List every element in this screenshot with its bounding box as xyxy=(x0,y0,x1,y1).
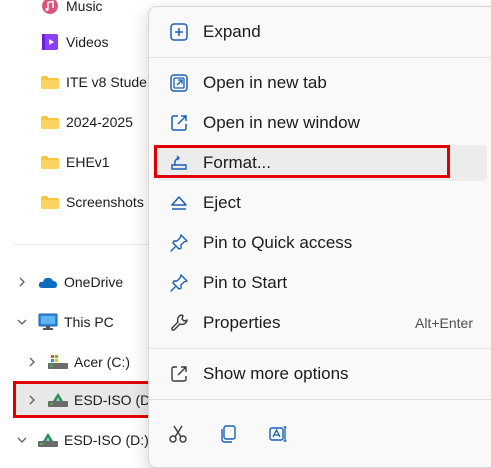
usb-drive-icon xyxy=(38,431,58,449)
chevron-right-icon[interactable] xyxy=(24,357,40,367)
menu-item-label: Show more options xyxy=(203,364,349,383)
usb-drive-icon xyxy=(48,391,68,409)
nav-item-label: Music xyxy=(66,0,103,14)
menu-item-label: Eject xyxy=(203,193,241,212)
nav-item-onedrive[interactable]: OneDrive xyxy=(14,266,123,298)
menu-item-eject[interactable]: Eject xyxy=(157,185,487,221)
nav-item-ehev1-folder[interactable]: EHEv1 xyxy=(40,146,110,178)
nav-item-videos[interactable]: Videos xyxy=(40,26,109,58)
keyboard-shortcut: Alt+Enter xyxy=(415,315,473,331)
show-more-options-icon xyxy=(159,364,199,384)
open-in-new-window-icon xyxy=(159,113,199,133)
nav-item-2024-folder[interactable]: 2024-2025 xyxy=(40,106,133,138)
nav-item-ite-folder[interactable]: ITE v8 Stude xyxy=(40,66,147,98)
expand-icon xyxy=(159,22,199,42)
chevron-right-icon[interactable] xyxy=(24,395,40,405)
nav-item-esd-iso-drive[interactable]: ESD-ISO (D:) xyxy=(14,424,149,456)
menu-item-label: Open in new tab xyxy=(203,73,327,92)
system-drive-icon xyxy=(48,353,68,371)
chevron-down-icon[interactable] xyxy=(14,317,30,327)
nav-item-esd-iso-drive-selected[interactable]: ESD-ISO (D xyxy=(24,384,150,416)
format-highlight-box xyxy=(154,145,450,178)
nav-item-label: ESD-ISO (D xyxy=(74,392,151,408)
menu-item-label: Expand xyxy=(203,22,261,41)
menu-item-pin-quick-access[interactable]: Pin to Quick access xyxy=(157,225,487,261)
open-in-new-tab-icon xyxy=(159,73,199,93)
nav-item-this-pc[interactable]: This PC xyxy=(14,306,114,338)
chevron-down-icon[interactable] xyxy=(14,435,30,445)
music-icon xyxy=(40,0,60,15)
nav-item-label: This PC xyxy=(64,314,114,330)
menu-item-pin-start[interactable]: Pin to Start xyxy=(157,265,487,301)
folder-icon xyxy=(40,73,60,91)
menu-separator xyxy=(149,399,491,400)
nav-item-label: Acer (C:) xyxy=(74,354,130,370)
monitor-icon xyxy=(38,313,58,331)
folder-icon xyxy=(40,113,60,131)
nav-item-screenshots-folder[interactable]: Screenshots xyxy=(40,186,144,218)
nav-item-acer-drive[interactable]: Acer (C:) xyxy=(24,346,130,378)
context-menu: Expand Open in new tab Open in new windo… xyxy=(148,6,491,468)
wrench-icon xyxy=(159,313,199,333)
nav-item-label: Screenshots xyxy=(66,194,144,210)
menu-separator xyxy=(149,348,491,349)
nav-divider xyxy=(14,244,160,245)
pin-icon xyxy=(159,233,199,253)
menu-item-show-more-options[interactable]: Show more options xyxy=(157,356,487,392)
onedrive-cloud-icon xyxy=(38,273,58,291)
nav-item-label: ITE v8 Stude xyxy=(66,74,147,90)
navigation-pane: Music Videos ITE v8 Stude 2024-2025 EHEv… xyxy=(0,0,160,457)
nav-item-label: 2024-2025 xyxy=(66,114,133,130)
menu-item-label: Pin to Start xyxy=(203,273,288,292)
chevron-right-icon[interactable] xyxy=(14,277,30,287)
menu-item-open-new-tab[interactable]: Open in new tab xyxy=(157,65,487,101)
cut-icon[interactable] xyxy=(166,422,190,446)
menu-item-label: Pin to Quick access xyxy=(203,233,353,252)
videos-icon xyxy=(40,33,60,51)
rename-icon[interactable] xyxy=(266,422,290,446)
menu-item-label: Open in new window xyxy=(203,113,360,132)
menu-separator xyxy=(149,57,491,58)
folder-icon xyxy=(40,193,60,211)
copy-icon[interactable] xyxy=(216,422,240,446)
menu-item-properties[interactable]: Properties Alt+Enter xyxy=(157,305,487,341)
nav-item-label: OneDrive xyxy=(64,274,124,290)
folder-icon xyxy=(40,153,60,171)
nav-item-music[interactable]: Music xyxy=(40,0,103,22)
nav-item-label: ESD-ISO (D:) xyxy=(64,432,149,448)
menu-item-label: Properties xyxy=(203,313,281,332)
menu-item-expand[interactable]: Expand xyxy=(157,14,487,50)
pin-icon xyxy=(159,273,199,293)
nav-item-label: EHEv1 xyxy=(66,154,110,170)
nav-item-label: Videos xyxy=(66,34,109,50)
menu-item-open-new-window[interactable]: Open in new window xyxy=(157,105,487,141)
eject-icon xyxy=(159,193,199,213)
